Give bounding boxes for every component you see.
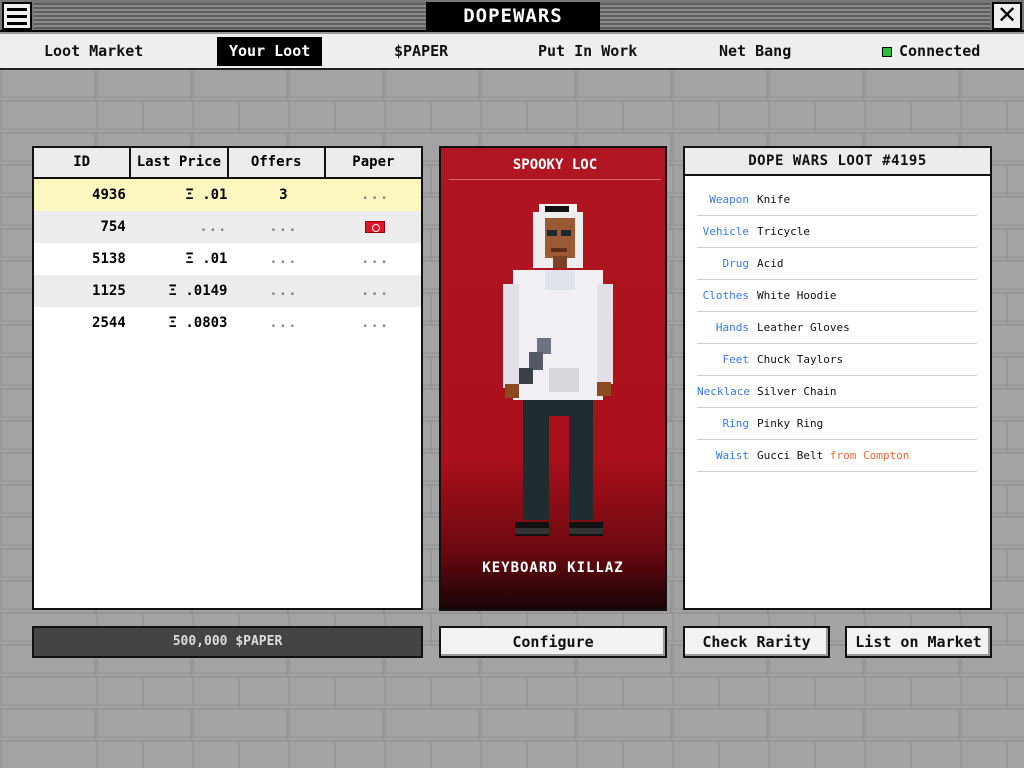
cell-id: 2544: [92, 315, 126, 331]
cell-paper: ...: [360, 251, 390, 267]
list-on-market-button[interactable]: List on Market: [845, 626, 992, 658]
attribute-value: Gucci Belt from Compton: [757, 449, 909, 462]
cell-id: 4936: [92, 187, 126, 203]
cell-last-price: Ξ .0803: [168, 315, 228, 331]
column-header-last-price[interactable]: Last Price: [129, 148, 226, 177]
status-indicator-icon: [882, 47, 892, 57]
cell-offers: 3: [279, 187, 288, 203]
tab-net-bang[interactable]: Net Bang: [707, 37, 803, 66]
attribute-key: Necklace: [697, 385, 750, 398]
loot-details-panel: DOPE WARS LOOT #4195 Weapon Knife Vehicle…: [683, 146, 992, 610]
list-item: Hands Leather Gloves: [697, 312, 977, 344]
attribute-suffix: from Compton: [829, 449, 910, 462]
list-item: Drug Acid: [697, 248, 977, 280]
attribute-key: Hands: [715, 321, 749, 334]
app-title: DOPEWARS: [426, 2, 600, 30]
column-header-paper[interactable]: Paper: [323, 148, 421, 177]
attribute-value: Acid: [757, 257, 784, 270]
cell-offers: ...: [269, 251, 298, 267]
close-icon[interactable]: ✕: [992, 2, 1022, 30]
attribute-key: Drug: [722, 257, 750, 270]
cell-offers: ...: [269, 219, 298, 235]
table-row[interactable]: 1125 Ξ .0149 ... ...: [34, 275, 421, 307]
cell-id: 5138: [92, 251, 126, 267]
cell-offers: ...: [269, 315, 298, 331]
attribute-value: Pinky Ring: [757, 417, 824, 430]
table-row[interactable]: 4936 Ξ .01 3 ...: [34, 179, 421, 211]
cell-paper: ...: [360, 283, 390, 299]
attribute-key: Feet: [722, 353, 750, 366]
list-item: Clothes White Hoodie: [697, 280, 977, 312]
cell-paper: ...: [360, 187, 390, 203]
cell-last-price: Ξ .0149: [168, 283, 228, 299]
table-header: ID Last Price Offers Paper: [34, 148, 421, 179]
attribute-value: Leather Gloves: [757, 321, 850, 334]
cell-last-price: ...: [199, 219, 228, 235]
cell-offers: ...: [269, 283, 298, 299]
loot-details-title: DOPE WARS LOOT #4195: [685, 148, 990, 176]
list-item: Ring Pinky Ring: [697, 408, 977, 440]
title-bar: DOPEWARS ✕: [0, 0, 1024, 32]
attribute-value-text: Gucci Belt: [757, 449, 824, 462]
list-item: Feet Chuck Taylors: [697, 344, 977, 376]
connection-status: Connected: [870, 37, 992, 66]
card-title: SPOOKY LOC: [449, 154, 661, 180]
table-row[interactable]: 2544 Ξ .0803 ... ...: [34, 307, 421, 339]
attribute-key: Vehicle: [702, 225, 749, 238]
status-label: Connected: [899, 42, 981, 60]
column-header-offers[interactable]: Offers: [226, 148, 324, 177]
attribute-list: Weapon Knife Vehicle Tricycle Drug Acid Clo…: [697, 184, 977, 472]
tab-loot-market[interactable]: Loot Market: [32, 37, 155, 66]
list-item: Necklace Silver Chain: [697, 376, 977, 408]
tab-put-in-work[interactable]: Put In Work: [526, 37, 649, 66]
loot-table: ID Last Price Offers Paper 4936 Ξ .01 3 …: [32, 146, 423, 610]
tab-paper[interactable]: $PAPER: [382, 37, 460, 66]
table-row[interactable]: 5138 Ξ .01 ... ...: [34, 243, 421, 275]
attribute-key: Weapon: [709, 193, 749, 206]
attribute-key: Waist: [715, 449, 749, 462]
attribute-value: Tricycle: [757, 225, 810, 238]
character-card: SPOOKY LOC KEYBOARD KILLAZ: [439, 146, 667, 611]
tab-your-loot[interactable]: Your Loot: [217, 37, 323, 66]
attribute-key: Clothes: [702, 289, 749, 302]
attribute-value: Chuck Taylors: [757, 353, 844, 366]
table-row[interactable]: 754 ... ...: [34, 211, 421, 243]
attribute-value: White Hoodie: [757, 289, 837, 302]
cell-paper: [329, 211, 421, 243]
cell-id: 754: [100, 219, 126, 235]
list-item: Weapon Knife: [697, 184, 977, 216]
paper-icon: [365, 221, 386, 233]
attribute-value: Knife: [757, 193, 791, 206]
hamburger-menu-icon[interactable]: [2, 2, 32, 30]
cell-paper: ...: [360, 315, 390, 331]
paper-balance: 500,000 $PAPER: [32, 626, 423, 658]
cell-id: 1125: [92, 283, 126, 299]
nav-bar: Loot Market Your Loot $PAPER Put In Work…: [0, 34, 1024, 70]
check-rarity-button[interactable]: Check Rarity: [683, 626, 830, 658]
configure-button[interactable]: Configure: [439, 626, 667, 658]
list-item: Waist Gucci Belt from Compton: [697, 440, 977, 472]
cell-last-price: Ξ .01: [185, 251, 228, 267]
column-header-id[interactable]: ID: [34, 148, 129, 177]
character-sprite: [503, 204, 613, 536]
list-item: Vehicle Tricycle: [697, 216, 977, 248]
cell-last-price: Ξ .01: [185, 187, 228, 203]
attribute-value: Silver Chain: [757, 385, 837, 398]
attribute-key: Ring: [722, 417, 750, 430]
card-caption: KEYBOARD KILLAZ: [482, 560, 624, 576]
